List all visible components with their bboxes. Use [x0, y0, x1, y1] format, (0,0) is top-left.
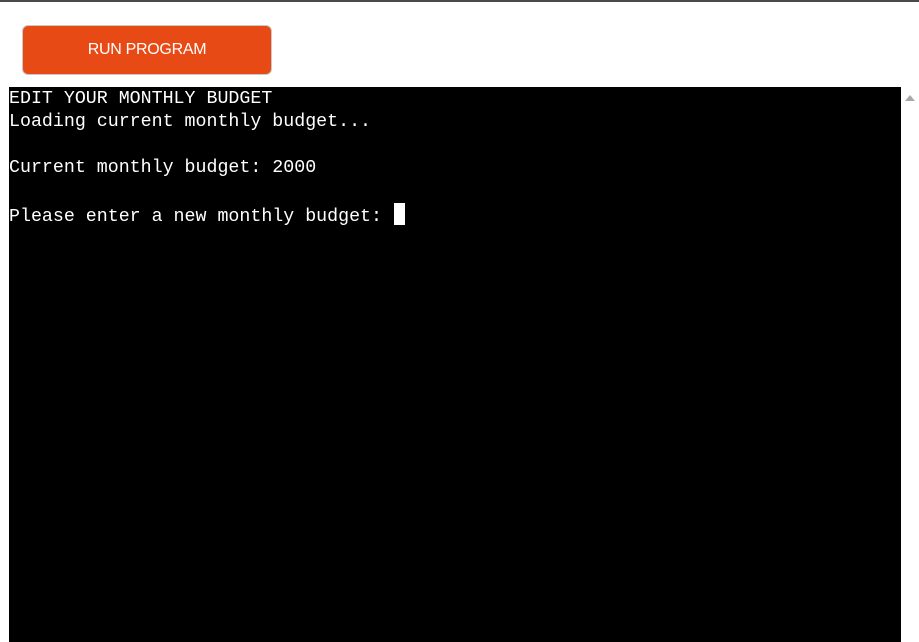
scroll-up-arrow-icon[interactable]: [905, 95, 915, 101]
text-cursor: [393, 203, 405, 225]
terminal-line: Current monthly budget: 2000: [9, 158, 317, 178]
run-program-button[interactable]: RUN PROGRAM: [22, 25, 272, 75]
terminal-output[interactable]: EDIT YOUR MONTHLY BUDGET Loading current…: [9, 87, 901, 642]
top-border: [0, 0, 919, 2]
terminal-line: Loading current monthly budget...: [9, 112, 372, 132]
terminal-input-line[interactable]: Please enter a new monthly budget:: [9, 203, 901, 227]
terminal-line: EDIT YOUR MONTHLY BUDGET: [9, 89, 273, 109]
terminal-scrollbar[interactable]: [901, 87, 919, 642]
input-prompt: Please enter a new monthly budget:: [9, 207, 393, 227]
